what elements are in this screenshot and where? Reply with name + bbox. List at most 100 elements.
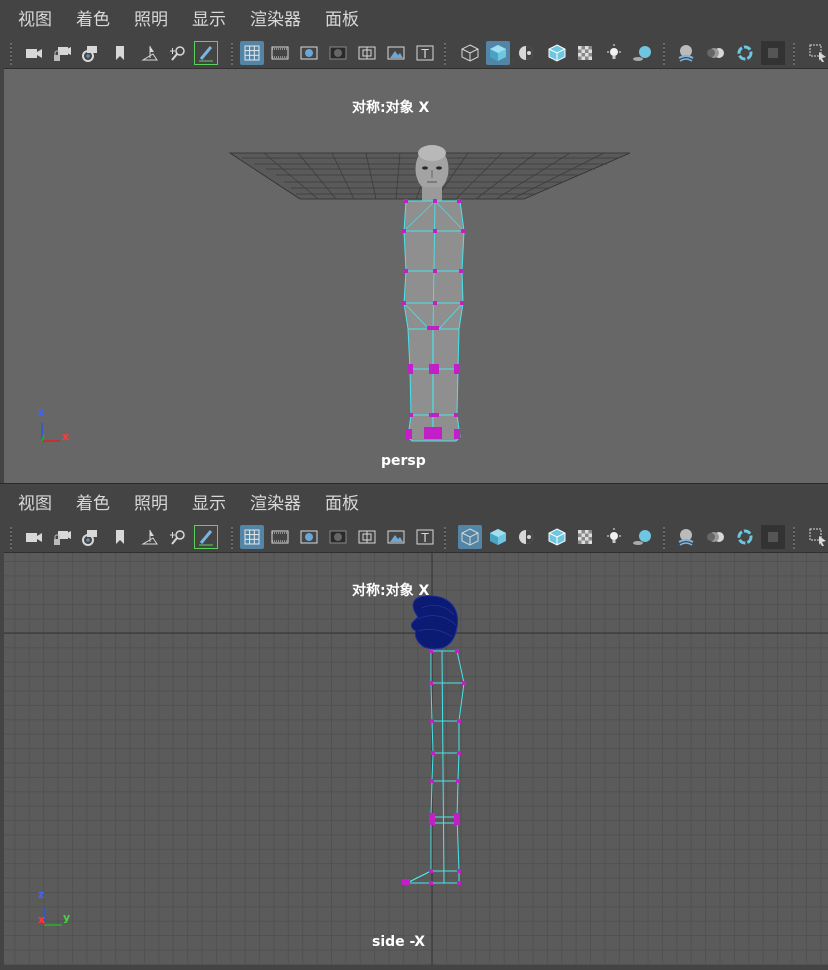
depth-of-field-icon[interactable] (761, 525, 785, 549)
screen-space-ao-icon[interactable] (674, 525, 698, 549)
persp-object-label: 对称:对象 X (352, 100, 430, 116)
side-vertices (402, 649, 466, 885)
persp-axis-x-label: x (62, 430, 70, 443)
grease-pencil-icon[interactable] (194, 525, 218, 549)
side-object-label: 对称:对象 X (352, 583, 430, 599)
grease-pencil-icon[interactable] (194, 41, 218, 65)
field-chart-icon[interactable] (355, 525, 379, 549)
persp-camera-name: persp (381, 453, 426, 469)
camera-icon[interactable] (22, 41, 46, 65)
wireframe-icon[interactable] (458, 41, 482, 65)
persp-body-mesh (402, 199, 465, 442)
top-toolbar: T (0, 40, 828, 68)
menu-renderer[interactable]: 渲染器 (250, 0, 301, 40)
top-toolbar-separator (444, 43, 446, 65)
camera-attributes-icon[interactable] (78, 525, 102, 549)
side-camera-name: side -X (372, 934, 425, 950)
camera-icon[interactable] (22, 525, 46, 549)
safe-action-icon[interactable] (384, 41, 408, 65)
persp-axis-gizmo (41, 423, 60, 442)
bottom-menubar: 视图 着色 照明 显示 渲染器 面板 (0, 484, 828, 524)
gate-mask-icon[interactable] (326, 525, 350, 549)
lock-camera-icon[interactable] (50, 41, 74, 65)
safe-action-icon[interactable] (384, 525, 408, 549)
film-gate-icon[interactable] (268, 525, 292, 549)
use-default-material-icon[interactable] (514, 525, 538, 549)
anti-aliasing-icon[interactable] (733, 525, 757, 549)
top-toolbar-separator (10, 43, 12, 65)
menu-panels[interactable]: 面板 (325, 484, 359, 524)
svg-text:T: T (420, 47, 429, 61)
svg-text:T: T (420, 531, 429, 545)
menu-show[interactable]: 显示 (192, 0, 226, 40)
bookmark-icon[interactable] (108, 525, 132, 549)
resolution-gate-icon[interactable] (297, 525, 321, 549)
use-default-material-icon[interactable] (514, 41, 538, 65)
menu-lighting[interactable]: 照明 (134, 0, 168, 40)
image-plane-icon[interactable] (138, 525, 162, 549)
side-head (410, 595, 459, 650)
top-toolbar-separator (793, 43, 795, 65)
top-menubar: 视图 着色 照明 显示 渲染器 面板 (0, 0, 828, 40)
bottom-panel: 视图 着色 照明 显示 渲染器 面板 T 对称:对象 X z x y side … (0, 484, 828, 970)
bottom-toolbar-separator (444, 527, 446, 549)
grid-icon[interactable] (240, 41, 264, 65)
isolate-select-icon[interactable] (806, 41, 828, 65)
default-lighting-icon[interactable] (602, 525, 626, 549)
menu-view[interactable]: 视图 (18, 484, 52, 524)
menu-shading[interactable]: 着色 (76, 0, 110, 40)
xray-icon[interactable] (573, 41, 597, 65)
smooth-shade-icon[interactable] (486, 525, 510, 549)
default-lighting-icon[interactable] (602, 41, 626, 65)
grid-icon[interactable] (240, 525, 264, 549)
side-viewport[interactable]: 对称:对象 X z x y side -X (4, 552, 828, 965)
menu-shading[interactable]: 着色 (76, 484, 110, 524)
menu-panels[interactable]: 面板 (325, 0, 359, 40)
top-toolbar-separator (231, 43, 233, 65)
bottom-toolbar: T (0, 524, 828, 552)
side-axis-x-label: x (38, 913, 46, 926)
motion-blur-icon[interactable] (704, 525, 728, 549)
camera-attributes-icon[interactable] (78, 41, 102, 65)
persp-viewport[interactable]: 对称:对象 X z x persp (4, 68, 828, 483)
side-axis-y-label: y (63, 911, 71, 924)
isolate-select-icon[interactable] (806, 525, 828, 549)
wireframe-on-shaded-icon[interactable] (545, 525, 569, 549)
menu-lighting[interactable]: 照明 (134, 484, 168, 524)
depth-of-field-icon[interactable] (761, 41, 785, 65)
bottom-toolbar-separator (663, 527, 665, 549)
resolution-gate-icon[interactable] (297, 41, 321, 65)
film-gate-icon[interactable] (268, 41, 292, 65)
bottom-toolbar-separator (231, 527, 233, 549)
shadows-icon[interactable] (630, 41, 654, 65)
menu-show[interactable]: 显示 (192, 484, 226, 524)
bottom-toolbar-separator (10, 527, 12, 549)
lock-camera-icon[interactable] (50, 525, 74, 549)
side-axis-z-label: z (38, 888, 45, 901)
screen-space-ao-icon[interactable] (674, 41, 698, 65)
bookmark-icon[interactable] (108, 41, 132, 65)
side-scene (4, 553, 828, 965)
bottom-toolbar-separator (793, 527, 795, 549)
top-toolbar-separator (663, 43, 665, 65)
2d-pan-zoom-icon[interactable] (166, 525, 190, 549)
menu-view[interactable]: 视图 (18, 0, 52, 40)
safe-title-icon[interactable]: T (413, 525, 437, 549)
side-body-mesh (406, 650, 465, 884)
safe-title-icon[interactable]: T (413, 41, 437, 65)
gate-mask-icon[interactable] (326, 41, 350, 65)
persp-scene (41, 145, 631, 442)
shadows-icon[interactable] (630, 525, 654, 549)
image-plane-icon[interactable] (138, 41, 162, 65)
menu-renderer[interactable]: 渲染器 (250, 484, 301, 524)
field-chart-icon[interactable] (355, 41, 379, 65)
xray-icon[interactable] (573, 525, 597, 549)
anti-aliasing-icon[interactable] (733, 41, 757, 65)
smooth-shade-icon[interactable] (486, 41, 510, 65)
wireframe-on-shaded-icon[interactable] (545, 41, 569, 65)
top-panel: 视图 着色 照明 显示 渲染器 面板 T 对称:对象 X z x persp (0, 0, 828, 486)
motion-blur-icon[interactable] (704, 41, 728, 65)
persp-axis-z-label: z (38, 405, 45, 418)
2d-pan-zoom-icon[interactable] (166, 41, 190, 65)
wireframe-icon[interactable] (458, 525, 482, 549)
